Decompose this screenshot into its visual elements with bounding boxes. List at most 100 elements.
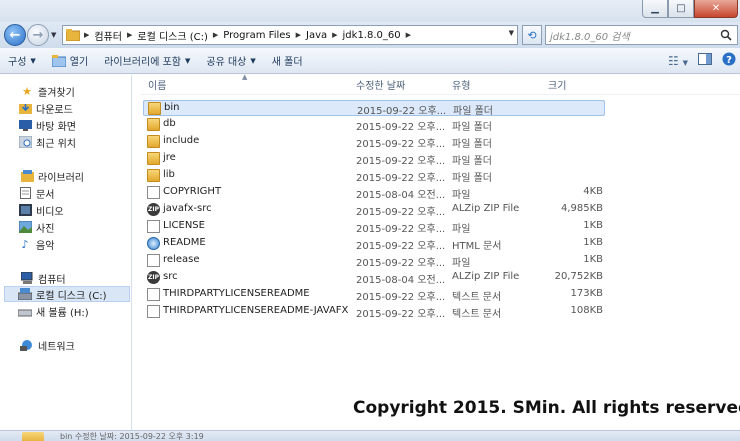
nav-label: 라이브러리	[38, 172, 84, 184]
network-icon	[20, 339, 34, 352]
drive-icon	[18, 305, 32, 318]
file-type: 파일	[452, 224, 471, 235]
share-menu[interactable]: 공유 대상 ▼	[198, 53, 263, 69]
file-row[interactable]: ZIP javafx-src 2015-09-22 오후... ALZip ZIP F…	[143, 202, 605, 218]
breadcrumb-separator-icon[interactable]: ▶	[406, 31, 411, 39]
address-dropdown-icon[interactable]: ▼	[509, 29, 514, 37]
nav-computer[interactable]: 컴퓨터	[20, 270, 66, 286]
file-row[interactable]: README 2015-09-22 오후... HTML 문서 1KB	[143, 236, 605, 252]
folder-icon	[147, 169, 160, 182]
back-button[interactable]: ←	[4, 24, 26, 46]
file-row[interactable]: jre 2015-09-22 오후... 파일 폴더	[143, 151, 605, 167]
file-row[interactable]: COPYRIGHT 2015-08-04 오전... 파일 4KB	[143, 185, 605, 201]
desktop-icon	[18, 119, 32, 132]
column-header-type[interactable]: 유형	[452, 77, 470, 92]
file-row[interactable]: include 2015-09-22 오후... 파일 폴더	[143, 134, 605, 150]
folder-icon	[148, 102, 161, 115]
nav-label: 즐겨찾기	[38, 87, 75, 99]
minimize-button[interactable]: ▁	[642, 0, 668, 18]
new-folder-button[interactable]: 새 폴더	[264, 53, 311, 68]
file-size: 20,752KB	[554, 271, 603, 282]
file-type: 파일 폴더	[452, 139, 492, 150]
nav-libraries[interactable]: 라이브러리	[20, 168, 84, 184]
breadcrumb-item-java[interactable]: Java	[301, 30, 332, 41]
include-library-menu[interactable]: 라이브러리에 포함 ▼	[96, 53, 198, 69]
column-header-size[interactable]: 크기	[548, 77, 566, 92]
preview-pane-icon[interactable]	[698, 53, 712, 68]
file-name: COPYRIGHT	[163, 186, 222, 197]
breadcrumb-item-program-files[interactable]: Program Files	[218, 30, 295, 41]
document-icon	[18, 187, 32, 200]
breadcrumb-item-computer[interactable]: 컴퓨터	[89, 28, 127, 43]
close-button[interactable]: ✕	[694, 0, 738, 18]
nav-label: 바탕 화면	[36, 121, 76, 133]
file-name: javafx-src	[163, 203, 212, 214]
column-header-name[interactable]: 이름	[148, 77, 166, 92]
breadcrumb-item-local-disk[interactable]: 로컬 디스크 (C:)	[132, 28, 213, 43]
new-folder-label: 새 폴더	[271, 57, 303, 68]
refresh-button[interactable]: ⟲	[522, 25, 542, 45]
file-name: THIRDPARTYLICENSEREADME	[163, 288, 310, 299]
breadcrumb-item-jdk[interactable]: jdk1.8.0_60	[338, 30, 406, 41]
refresh-icon: ⟲	[527, 28, 537, 42]
file-row[interactable]: bin 2015-09-22 오후... 파일 폴더	[143, 100, 605, 117]
file-type: 텍스트 문서	[452, 292, 502, 303]
view-options-icon[interactable]: ☷ ▼	[668, 54, 688, 68]
file-type: HTML 문서	[452, 241, 502, 252]
open-button[interactable]: 열기	[44, 53, 96, 68]
file-name: src	[163, 271, 178, 282]
file-date: 2015-09-22 오후...	[356, 224, 446, 235]
share-label: 공유 대상	[206, 57, 247, 68]
nav-desktop[interactable]: 바탕 화면	[18, 117, 76, 133]
search-input[interactable]: jdk1.8.0_60 검색	[545, 25, 738, 45]
folder-icon	[147, 152, 160, 165]
file-row[interactable]: ZIP src 2015-08-04 오전... ALZip ZIP File 20,7…	[143, 270, 605, 286]
file-row[interactable]: release 2015-09-22 오후... 파일 1KB	[143, 253, 605, 269]
libraries-icon	[20, 170, 34, 183]
nav-documents[interactable]: 문서	[18, 185, 54, 201]
document-icon	[147, 186, 160, 199]
maximize-button[interactable]: □	[668, 0, 694, 18]
nav-local-disk[interactable]: 로컬 디스크 (C:)	[4, 286, 130, 302]
nav-network[interactable]: 네트워크	[20, 337, 75, 353]
file-row[interactable]: LICENSE 2015-09-22 오후... 파일 1KB	[143, 219, 605, 235]
file-date: 2015-09-22 오후...	[356, 258, 446, 269]
nav-music[interactable]: ♪ 음악	[18, 236, 54, 252]
copyright-watermark: Copyright 2015. SMin. All rights reserve…	[353, 398, 740, 418]
nav-label: 사진	[36, 223, 55, 235]
recent-pages-dropdown-icon[interactable]: ▼	[51, 31, 56, 39]
svg-text:?: ?	[726, 55, 732, 66]
nav-videos[interactable]: 비디오	[18, 202, 64, 218]
column-header-date[interactable]: 수정한 날짜	[356, 77, 405, 92]
file-date: 2015-09-22 오후...	[356, 292, 446, 303]
folder-icon	[22, 432, 44, 441]
file-row[interactable]: THIRDPARTYLICENSEREADME-JAVAFX 2015-09-22…	[143, 304, 605, 320]
nav-pictures[interactable]: 사진	[18, 219, 54, 235]
file-name: bin	[164, 102, 180, 113]
recent-places-icon	[18, 136, 32, 149]
organize-menu[interactable]: 구성 ▼	[0, 53, 44, 69]
address-bar[interactable]: ▶ 컴퓨터 ▶ 로컬 디스크 (C:) ▶ Program Files ▶ Ja…	[62, 25, 518, 45]
file-name: db	[163, 118, 176, 129]
nav-label: 문서	[36, 189, 55, 201]
file-date: 2015-09-22 오후...	[356, 156, 446, 167]
computer-icon	[20, 272, 34, 285]
search-icon[interactable]	[720, 29, 732, 44]
nav-label: 비디오	[36, 206, 64, 218]
file-name: include	[163, 135, 200, 146]
help-icon[interactable]: ?	[722, 52, 736, 69]
file-name: lib	[163, 169, 175, 180]
file-type: 파일	[452, 190, 471, 201]
picture-icon	[18, 221, 32, 234]
status-text: bin 수정한 날짜: 2015-09-22 오후 3:19	[60, 432, 204, 441]
file-row[interactable]: THIRDPARTYLICENSEREADME 2015-09-22 오후... 텍…	[143, 287, 605, 303]
forward-button[interactable]: →	[27, 24, 49, 46]
nav-downloads[interactable]: 다운로드	[18, 100, 73, 116]
file-row[interactable]: db 2015-09-22 오후... 파일 폴더	[143, 117, 605, 133]
file-row[interactable]: lib 2015-09-22 오후... 파일 폴더	[143, 168, 605, 184]
document-icon	[147, 220, 160, 233]
address-row: ← → ▼ ▶ 컴퓨터 ▶ 로컬 디스크 (C:) ▶ Program File…	[0, 22, 740, 48]
nav-favorites[interactable]: ★ 즐겨찾기	[20, 83, 75, 99]
nav-recent[interactable]: 최근 위치	[18, 134, 76, 150]
nav-new-volume[interactable]: 새 볼륨 (H:)	[18, 303, 89, 319]
